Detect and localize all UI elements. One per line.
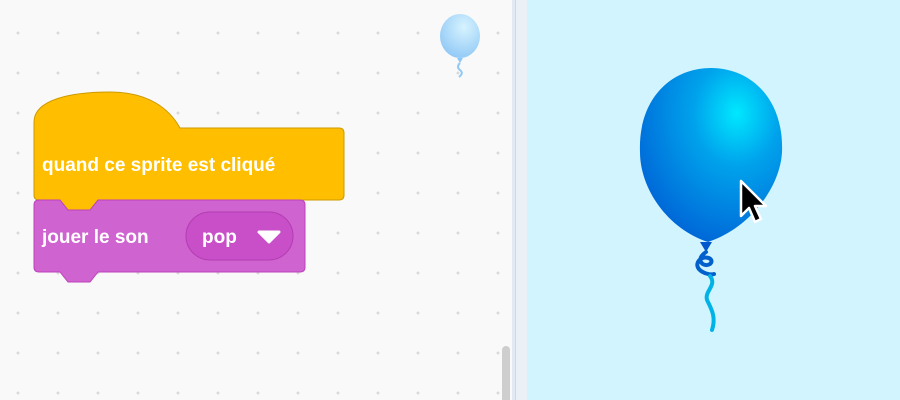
hat-block-shape: [33, 91, 345, 211]
hat-block-label: quand ce sprite est cliqué: [42, 155, 275, 176]
scratch-editor: quand ce sprite est cliqué jouer le son …: [0, 0, 900, 400]
sound-block-label: jouer le son: [41, 227, 149, 248]
sprite-thumbnail-balloon-icon[interactable]: [436, 10, 484, 86]
balloon-string: [704, 274, 716, 332]
workspace-scrollbar[interactable]: [502, 346, 510, 400]
sound-dropdown[interactable]: pop: [185, 211, 294, 261]
sound-dropdown-value: pop: [202, 227, 237, 248]
script-stack[interactable]: quand ce sprite est cliqué jouer le son …: [30, 90, 350, 290]
stage-border: [515, 0, 527, 400]
balloon-ribbon: [695, 250, 716, 277]
arrow-cursor-icon: [739, 179, 768, 224]
when-sprite-clicked-block[interactable]: quand ce sprite est cliqué: [33, 91, 345, 211]
code-workspace[interactable]: quand ce sprite est cliqué jouer le son …: [0, 0, 512, 400]
play-sound-block[interactable]: jouer le son pop: [33, 199, 306, 283]
